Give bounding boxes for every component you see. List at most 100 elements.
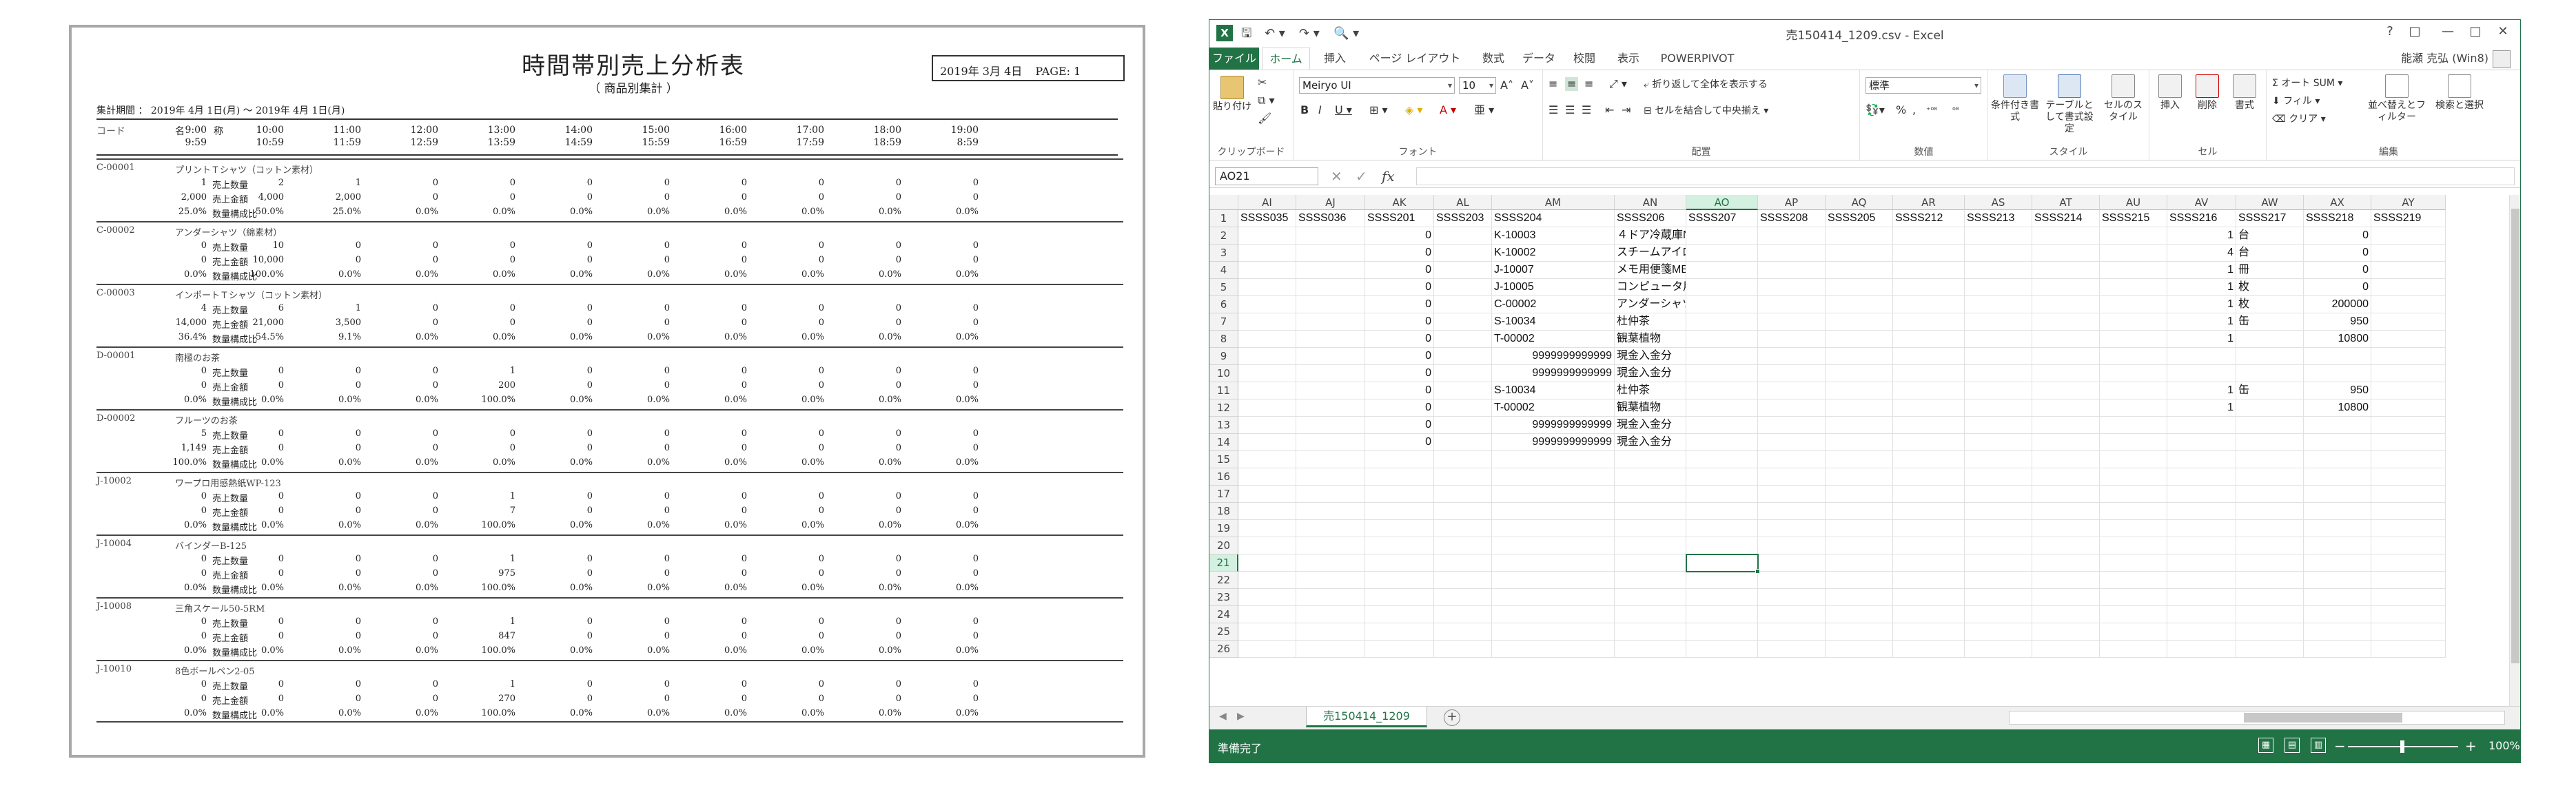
cell-AQ24[interactable] [1826,606,1893,623]
clear-button[interactable]: ⌫ クリア ▾ [2272,113,2326,125]
column-header[interactable]: AS [1965,195,2032,210]
row-header[interactable]: 13 [1209,417,1238,434]
cell-AN11[interactable]: 杜仲茶 [1615,382,1686,399]
row-header[interactable]: 14 [1209,434,1238,451]
cell-AO1[interactable]: SSSS207 [1686,210,1758,227]
cell-AM10[interactable]: 9999999999999 [1492,365,1615,382]
cell-AT23[interactable] [2032,589,2100,606]
conditional-format-button[interactable]: 条件付き書式 [1991,74,2039,123]
cell-AR15[interactable] [1893,451,1965,468]
cell-AV26[interactable] [2167,641,2236,658]
cell-AN15[interactable] [1615,451,1686,468]
cell-AX10[interactable] [2304,365,2371,382]
cell-AQ9[interactable] [1826,348,1893,365]
cell-AP24[interactable] [1758,606,1826,623]
cell-AW14[interactable] [2236,434,2304,451]
cell-AQ23[interactable] [1826,589,1893,606]
cell-AN9[interactable]: 現金入金分 [1615,348,1686,365]
cell-AW2[interactable]: 台 [2236,227,2304,245]
cell-AK7[interactable]: 0 [1365,313,1434,331]
row-header[interactable]: 20 [1209,537,1238,554]
cell-AR26[interactable] [1893,641,1965,658]
cell-AQ18[interactable] [1826,503,1893,520]
row-header[interactable]: 10 [1209,365,1238,382]
cell-AY6[interactable] [2371,296,2446,313]
vertical-scrollbar[interactable] [2509,195,2520,706]
cell-AK2[interactable]: 0 [1365,227,1434,245]
cell-AQ20[interactable] [1826,537,1893,554]
cell-AU6[interactable] [2100,296,2167,313]
cell-AI14[interactable] [1238,434,1296,451]
cell-AS19[interactable] [1965,520,2032,537]
cell-AS21[interactable] [1965,554,2032,572]
comma-icon[interactable]: , [1912,103,1916,117]
cell-AJ5[interactable] [1296,279,1365,296]
cell-AO5[interactable] [1686,279,1758,296]
cell-AQ16[interactable] [1826,468,1893,486]
cell-AQ10[interactable] [1826,365,1893,382]
cell-AP6[interactable] [1758,296,1826,313]
cell-AN2[interactable]: ４ドア冷蔵庫NANR-D32-TWレッド [1615,227,1686,245]
cell-AP18[interactable] [1758,503,1826,520]
cell-AJ3[interactable] [1296,245,1365,262]
row-header[interactable]: 11 [1209,382,1238,399]
cell-AU22[interactable] [2100,572,2167,589]
cell-AT10[interactable] [2032,365,2100,382]
select-all-corner[interactable] [1209,195,1238,210]
cell-AW4[interactable]: 冊 [2236,262,2304,279]
cell-AS13[interactable] [1965,417,2032,434]
cell-AU25[interactable] [2100,623,2167,641]
cell-AK15[interactable] [1365,451,1434,468]
cell-AR19[interactable] [1893,520,1965,537]
cell-AJ17[interactable] [1296,486,1365,503]
align-top-icon[interactable]: ≡ [1548,77,1557,91]
cell-AP23[interactable] [1758,589,1826,606]
cell-AQ19[interactable] [1826,520,1893,537]
cell-styles-button[interactable]: セルのスタイル [2100,74,2147,123]
cell-AN7[interactable]: 杜仲茶 [1615,313,1686,331]
paste-button[interactable]: 貼り付け [1212,76,1252,113]
cell-AT24[interactable] [2032,606,2100,623]
cell-AJ4[interactable] [1296,262,1365,279]
horizontal-scrollbar[interactable] [2009,711,2505,725]
cell-AW22[interactable] [2236,572,2304,589]
cell-AT4[interactable] [2032,262,2100,279]
cell-AP17[interactable] [1758,486,1826,503]
cell-AM21[interactable] [1492,554,1615,572]
cell-AN6[interactable]: アンダーシャツ（綿素材） [1615,296,1686,313]
cell-AU18[interactable] [2100,503,2167,520]
cell-AM24[interactable] [1492,606,1615,623]
cell-AV13[interactable] [2167,417,2236,434]
cell-AM23[interactable] [1492,589,1615,606]
cell-AS25[interactable] [1965,623,2032,641]
cell-AR11[interactable] [1893,382,1965,399]
cell-AY8[interactable] [2371,331,2446,348]
row-header[interactable]: 3 [1209,245,1238,262]
cell-AN1[interactable]: SSSS206 [1615,210,1686,227]
cell-AP5[interactable] [1758,279,1826,296]
cell-AO13[interactable] [1686,417,1758,434]
enter-icon[interactable]: ✓ [1356,167,1367,185]
cell-AR8[interactable] [1893,331,1965,348]
cell-AO22[interactable] [1686,572,1758,589]
cancel-icon[interactable]: ✕ [1331,167,1342,185]
cell-AI18[interactable] [1238,503,1296,520]
column-header[interactable]: AK [1365,195,1434,210]
cell-AO17[interactable] [1686,486,1758,503]
cell-AY23[interactable] [2371,589,2446,606]
cell-AL18[interactable] [1434,503,1492,520]
cell-AS7[interactable] [1965,313,2032,331]
cell-AP1[interactable]: SSSS208 [1758,210,1826,227]
cell-AI22[interactable] [1238,572,1296,589]
cell-AS16[interactable] [1965,468,2032,486]
fill-button[interactable]: ⬇ フィル ▾ [2272,95,2320,107]
next-sheet-icon[interactable]: ▶ [1237,711,1245,722]
cell-AW3[interactable]: 台 [2236,245,2304,262]
cell-AL1[interactable]: SSSS203 [1434,210,1492,227]
row-header[interactable]: 17 [1209,486,1238,503]
find-select-button[interactable]: 検索と選択 [2432,74,2487,112]
cell-AV7[interactable]: 1 [2167,313,2236,331]
shrink-font-icon[interactable]: A˅ [1521,79,1534,92]
cell-AR10[interactable] [1893,365,1965,382]
row-header[interactable]: 2 [1209,227,1238,245]
